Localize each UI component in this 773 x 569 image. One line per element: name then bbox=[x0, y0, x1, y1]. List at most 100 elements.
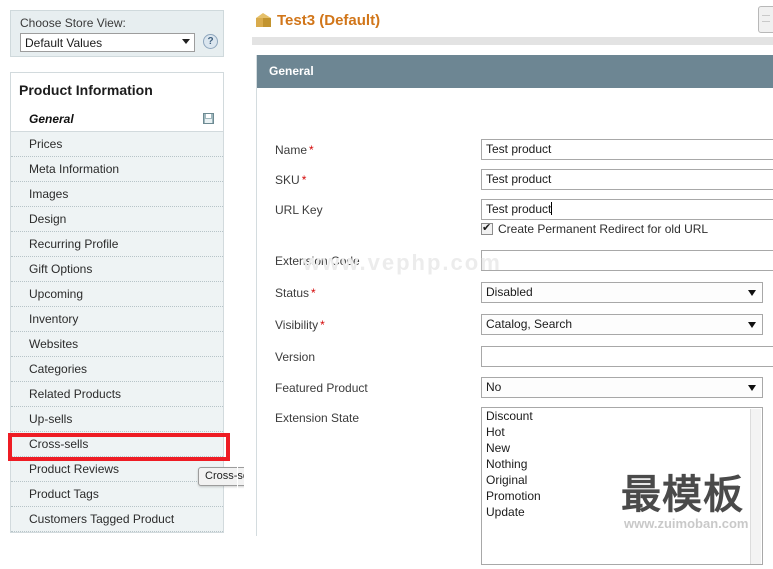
sidebar-item-prices[interactable]: Prices bbox=[11, 132, 223, 157]
sidebar-item-product-reviews[interactable]: Product Reviews bbox=[11, 457, 223, 482]
text-cursor bbox=[551, 202, 553, 215]
list-item[interactable]: Update bbox=[482, 504, 762, 520]
permanent-redirect-checkbox[interactable] bbox=[481, 221, 493, 235]
label-sku: SKU * bbox=[275, 173, 307, 187]
sidebar-item-label: Related Products bbox=[29, 387, 122, 401]
main-content: Test3 (Default) General Name * Test produ… bbox=[244, 0, 773, 565]
save-icon bbox=[203, 113, 214, 124]
sidebar-item-inventory[interactable]: Inventory bbox=[11, 307, 223, 332]
sidebar-item-label: Product Reviews bbox=[29, 462, 120, 476]
status-select[interactable]: Disabled bbox=[481, 282, 763, 303]
required-marker: * bbox=[311, 286, 316, 300]
list-item[interactable]: Nothing bbox=[482, 456, 762, 472]
sidebar-item-design[interactable]: Design bbox=[11, 207, 223, 232]
help-icon[interactable]: ? bbox=[203, 34, 218, 49]
label-extension-state: Extension State bbox=[275, 411, 360, 425]
label-extension-code: Extension Code bbox=[275, 254, 360, 268]
column-divider bbox=[237, 0, 238, 536]
url-key-input[interactable]: Test product bbox=[481, 199, 773, 220]
sidebar-item-up-sells[interactable]: Up-sells bbox=[11, 407, 223, 432]
general-section-body: Name * Test product SKU * Test product URL… bbox=[257, 88, 773, 565]
sidebar-item-label: Customers Tagged Product bbox=[29, 512, 175, 526]
button-glyph-icon bbox=[762, 15, 770, 22]
visibility-select[interactable]: Catalog, Search bbox=[481, 314, 763, 335]
page-title: Test3 (Default) bbox=[256, 12, 380, 29]
chevron-down-icon bbox=[748, 322, 756, 328]
product-box-icon bbox=[256, 13, 271, 27]
extension-code-input[interactable] bbox=[481, 250, 773, 271]
required-marker: * bbox=[309, 143, 314, 157]
field-row-status: Status * Disabled bbox=[257, 282, 773, 304]
sidebar-item-cross-sells[interactable]: Cross-sells bbox=[11, 432, 223, 457]
sidebar-item-customers-tagged-product[interactable]: Customers Tagged Product bbox=[11, 507, 223, 532]
field-row-url-key: URL Key Test product bbox=[257, 199, 773, 221]
chevron-down-icon bbox=[748, 290, 756, 296]
sidebar-item-label: Product Tags bbox=[29, 487, 99, 501]
label-url-key: URL Key bbox=[275, 203, 323, 217]
sidebar-item-categories[interactable]: Categories bbox=[11, 357, 223, 382]
sidebar-item-label: Websites bbox=[29, 337, 79, 351]
chevron-down-icon bbox=[748, 385, 756, 391]
label-status: Status * bbox=[275, 286, 316, 300]
sidebar-item-general[interactable]: General bbox=[11, 106, 223, 132]
label-version: Version bbox=[275, 350, 316, 364]
sidebar-item-label: Prices bbox=[29, 137, 63, 151]
label-name: Name * bbox=[275, 143, 314, 157]
sidebar-item-websites[interactable]: Websites bbox=[11, 332, 223, 357]
sidebar-item-label: Categories bbox=[29, 362, 88, 376]
toolbar-button-partial[interactable] bbox=[758, 6, 773, 33]
store-view-selected-value: Default Values bbox=[25, 36, 103, 50]
sidebar-item-label: Design bbox=[29, 212, 67, 226]
required-marker: * bbox=[320, 318, 325, 332]
field-row-name: Name * Test product bbox=[257, 139, 773, 161]
general-section-header: General bbox=[257, 55, 773, 88]
product-information-tabs: General Prices Meta Information Images D… bbox=[10, 106, 224, 533]
sidebar-item-label: Up-sells bbox=[29, 412, 73, 426]
field-row-extension-state: Extension State Discount Hot New Nothing… bbox=[257, 407, 773, 569]
sidebar-item-label: Inventory bbox=[29, 312, 79, 326]
sidebar-item-gift-options[interactable]: Gift Options bbox=[11, 257, 223, 282]
version-input[interactable] bbox=[481, 346, 773, 367]
sidebar-item-label: Upcoming bbox=[29, 287, 84, 301]
scrollbar-track[interactable] bbox=[750, 409, 761, 564]
featured-product-select[interactable]: No bbox=[481, 377, 763, 398]
page-title-text: Test3 (Default) bbox=[277, 12, 381, 29]
permanent-redirect-label: Create Permanent Redirect for old URL bbox=[498, 222, 709, 236]
left-sidebar: Choose Store View: Default Values ? Prod… bbox=[0, 0, 267, 536]
label-visibility: Visibility * bbox=[275, 318, 325, 332]
label-featured-product: Featured Product bbox=[275, 381, 368, 395]
store-view-panel: Choose Store View: Default Values ? bbox=[10, 10, 224, 57]
field-row-sku: SKU * Test product bbox=[257, 169, 773, 191]
sidebar-item-product-tags[interactable]: Product Tags bbox=[11, 482, 223, 507]
sidebar-item-label: Cross-sells bbox=[29, 437, 89, 451]
field-row-featured-product: Featured Product No bbox=[257, 377, 773, 399]
sidebar-item-images[interactable]: Images bbox=[11, 182, 223, 207]
store-view-select[interactable]: Default Values bbox=[20, 33, 195, 52]
list-item[interactable]: Original bbox=[482, 472, 762, 488]
extension-state-multiselect[interactable]: Discount Hot New Nothing Original Promot… bbox=[481, 407, 763, 565]
list-item[interactable]: Promotion bbox=[482, 488, 762, 504]
list-item[interactable]: Discount bbox=[482, 408, 762, 424]
sidebar-item-label: Meta Information bbox=[29, 162, 120, 176]
required-marker: * bbox=[301, 173, 307, 187]
list-item[interactable]: New bbox=[482, 440, 762, 456]
title-divider bbox=[252, 37, 773, 45]
product-information-title: Product Information bbox=[10, 72, 224, 106]
list-item[interactable]: Hot bbox=[482, 424, 762, 440]
sidebar-item-label: Images bbox=[29, 187, 69, 201]
sidebar-item-related-products[interactable]: Related Products bbox=[11, 382, 223, 407]
name-input[interactable]: Test product bbox=[481, 139, 773, 160]
sidebar-item-recurring-profile[interactable]: Recurring Profile bbox=[11, 232, 223, 257]
sidebar-item-meta-information[interactable]: Meta Information bbox=[11, 157, 223, 182]
field-row-extension-code: Extension Code bbox=[257, 250, 773, 272]
sidebar-item-label: Recurring Profile bbox=[29, 237, 119, 251]
store-view-label: Choose Store View: bbox=[20, 16, 126, 30]
chevron-down-icon bbox=[182, 39, 190, 44]
field-row-visibility: Visibility * Catalog, Search bbox=[257, 314, 773, 336]
sidebar-item-upcoming[interactable]: Upcoming bbox=[11, 282, 223, 307]
general-fieldset: General Name * Test product SKU * Test pro… bbox=[256, 55, 773, 565]
sidebar-item-label: General bbox=[29, 112, 74, 126]
sidebar-item-label: Gift Options bbox=[29, 262, 93, 276]
sku-input[interactable]: Test product bbox=[481, 169, 773, 190]
field-row-version: Version bbox=[257, 346, 773, 368]
